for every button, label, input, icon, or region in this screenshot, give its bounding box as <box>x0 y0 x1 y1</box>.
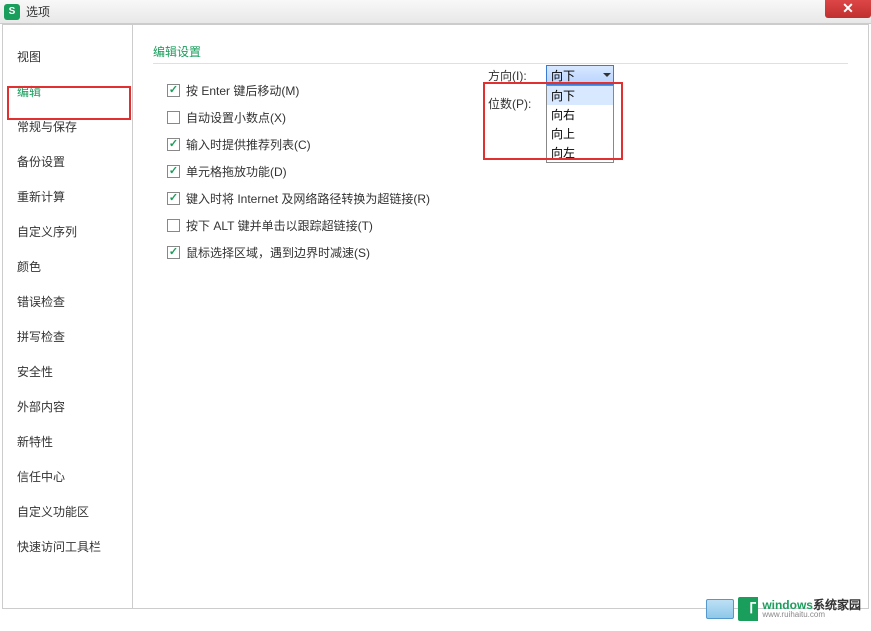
sidebar-item-3[interactable]: 备份设置 <box>3 144 132 179</box>
dropdown-option-0[interactable]: 向下 <box>547 86 613 105</box>
app-icon: S <box>4 4 20 20</box>
option-label-3: 单元格拖放功能(D) <box>186 163 287 180</box>
window-title: 选项 <box>26 3 50 20</box>
watermark-url: www.ruihaitu.com <box>762 611 861 619</box>
option-row-4: 键入时将 Internet 及网络路径转换为超链接(R) <box>153 190 848 207</box>
checkbox-2[interactable] <box>167 138 180 151</box>
sidebar-item-13[interactable]: 自定义功能区 <box>3 494 132 529</box>
chevron-down-icon <box>603 73 611 77</box>
section-title: 编辑设置 <box>153 43 848 64</box>
right-controls: 方向(I): 向下 向下向右向上向左 位数(P): <box>488 65 614 122</box>
option-label-1: 自动设置小数点(X) <box>186 109 286 126</box>
checkbox-3[interactable] <box>167 165 180 178</box>
close-button[interactable]: ✕ <box>825 0 871 18</box>
sidebar-item-9[interactable]: 安全性 <box>3 354 132 389</box>
dropdown-option-2[interactable]: 向上 <box>547 124 613 143</box>
sidebar-item-2[interactable]: 常规与保存 <box>3 109 132 144</box>
sidebar-item-11[interactable]: 新特性 <box>3 424 132 459</box>
titlebar: S 选项 ✕ <box>0 0 871 24</box>
checkbox-1[interactable] <box>167 111 180 124</box>
direction-row: 方向(I): 向下 向下向右向上向左 <box>488 65 614 85</box>
watermark-flag-icon: 「 <box>738 597 758 621</box>
sidebar-item-8[interactable]: 拼写检查 <box>3 319 132 354</box>
checkbox-6[interactable] <box>167 246 180 259</box>
option-row-3: 单元格拖放功能(D) <box>153 163 848 180</box>
option-row-2: 输入时提供推荐列表(C) <box>153 136 848 153</box>
checkbox-0[interactable] <box>167 84 180 97</box>
watermark: 「 windows系统家园 www.ruihaitu.com <box>706 597 861 621</box>
sidebar-item-7[interactable]: 错误检查 <box>3 284 132 319</box>
watermark-monitor-icon <box>706 599 734 619</box>
sidebar: 视图编辑常规与保存备份设置重新计算自定义序列颜色错误检查拼写检查安全性外部内容新… <box>3 25 133 608</box>
sidebar-item-12[interactable]: 信任中心 <box>3 459 132 494</box>
direction-dropdown-list: 向下向右向上向左 <box>546 85 614 163</box>
option-label-5: 按下 ALT 键并单击以跟踪超链接(T) <box>186 217 373 234</box>
close-icon: ✕ <box>842 0 854 17</box>
watermark-text: windows系统家园 www.ruihaitu.com <box>762 599 861 619</box>
option-row-5: 按下 ALT 键并单击以跟踪超链接(T) <box>153 217 848 234</box>
main-area: 视图编辑常规与保存备份设置重新计算自定义序列颜色错误检查拼写检查安全性外部内容新… <box>2 24 869 609</box>
sidebar-item-10[interactable]: 外部内容 <box>3 389 132 424</box>
dropdown-option-3[interactable]: 向左 <box>547 143 613 162</box>
option-label-2: 输入时提供推荐列表(C) <box>186 136 311 153</box>
direction-value: 向下 <box>551 67 575 84</box>
direction-label: 方向(I): <box>488 67 546 84</box>
dropdown-option-1[interactable]: 向右 <box>547 105 613 124</box>
sidebar-item-14[interactable]: 快速访问工具栏 <box>3 529 132 564</box>
sidebar-item-4[interactable]: 重新计算 <box>3 179 132 214</box>
content-panel: 编辑设置 按 Enter 键后移动(M) 自动设置小数点(X) 输入时提供推荐列表(… <box>133 25 868 608</box>
option-label-4: 键入时将 Internet 及网络路径转换为超链接(R) <box>186 190 430 207</box>
option-label-0: 按 Enter 键后移动(M) <box>186 82 299 99</box>
sidebar-item-1[interactable]: 编辑 <box>3 74 132 109</box>
sidebar-item-0[interactable]: 视图 <box>3 39 132 74</box>
direction-dropdown[interactable]: 向下 向下向右向上向左 <box>546 65 614 85</box>
digits-label: 位数(P): <box>488 95 546 112</box>
checkbox-5[interactable] <box>167 219 180 232</box>
checkbox-4[interactable] <box>167 192 180 205</box>
sidebar-item-5[interactable]: 自定义序列 <box>3 214 132 249</box>
option-label-6: 鼠标选择区域，遇到边界时减速(S) <box>186 244 370 261</box>
option-row-6: 鼠标选择区域，遇到边界时减速(S) <box>153 244 848 261</box>
sidebar-item-6[interactable]: 颜色 <box>3 249 132 284</box>
